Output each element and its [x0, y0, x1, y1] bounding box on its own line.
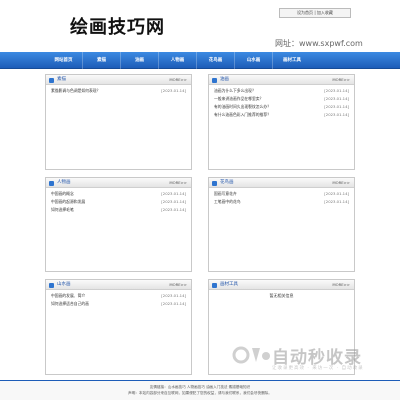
watermark: 自动秒收录 让收录更高效 · 来访一次 · 自动收录 — [232, 340, 392, 376]
item-date: [2023.01.14] — [324, 88, 349, 93]
item-title[interactable]: 有什么油画色彩入门推荐的推荐？ — [214, 111, 271, 119]
list-item[interactable]: 有什么油画色彩入门推荐的推荐？ [2023.01.14] — [214, 111, 349, 119]
site-footer: 友情链接：山水画技巧 人物画技巧 油画入门技法 素描基础知识 声明：本站内容部分… — [0, 380, 400, 400]
nav-item-landscape[interactable]: 山水画 — [235, 52, 273, 69]
item-title[interactable]: 中国画的发展、简介 — [51, 292, 85, 300]
item-title[interactable]: 有的油画时间久出现裂纹怎么办？ — [214, 103, 271, 111]
item-title[interactable]: 如何选择适合自己的画 — [51, 300, 89, 308]
more-link[interactable]: MORE>> — [169, 178, 187, 188]
nav-item-home[interactable]: 网站首页 — [45, 52, 83, 69]
panel-icon — [49, 181, 54, 186]
item-date: [2023.01.14] — [324, 96, 349, 101]
item-title[interactable]: 如何选择毛笔 — [51, 206, 74, 214]
list-item[interactable]: 中国画的概念 [2023.01.14] — [51, 190, 186, 198]
site-header: 绘画技巧网 设为首页 | 加入收藏 网址：www.sxpwf.com — [0, 0, 400, 52]
list-item[interactable]: 油画为什么下多么出现？ [2023.01.14] — [214, 87, 349, 95]
list-item[interactable]: 有的油画时间久出现裂纹怎么办？ [2023.01.14] — [214, 103, 349, 111]
item-title[interactable]: 一般来讲油画作品在哪里卖？ — [214, 95, 263, 103]
list-item[interactable]: 中国画的发展、简介 [2023.01.14] — [51, 292, 186, 300]
more-link[interactable]: MORE>> — [332, 75, 350, 85]
item-title[interactable]: 中国画的概念 — [51, 190, 74, 198]
nav-item-flower-bird[interactable]: 花鸟画 — [197, 52, 235, 69]
panel-icon — [212, 78, 217, 83]
list-item[interactable]: 如何选择毛笔 [2023.01.14] — [51, 206, 186, 214]
footer-disclaimer: 声明：本站内容部分来自互联网，如果侵犯了您的权益，请与我们联系，我们会尽快删除。 — [128, 391, 272, 395]
item-title[interactable]: 素描影调与色调是如何表现？ — [51, 87, 100, 95]
panel-sketch: 素描 MORE>> 素描影调与色调是如何表现？ [2023.01.14] — [45, 74, 192, 170]
item-date: [2023.01.14] — [161, 301, 186, 306]
empty-note: 暂无相关信息 — [269, 293, 294, 298]
item-date: [2023.01.14] — [324, 199, 349, 204]
item-title[interactable]: 工笔画中的花鸟 — [214, 198, 241, 206]
site-url: 网址：www.sxpwf.com — [275, 39, 363, 48]
top-links[interactable]: 设为首页 | 加入收藏 — [279, 8, 351, 18]
list-item[interactable]: 国画写意花卉 [2023.01.14] — [214, 190, 349, 198]
panel-title[interactable]: 山水画 — [57, 280, 71, 290]
panel-icon — [49, 283, 54, 288]
panel-landscape: 山水画 MORE>> 中国画的发展、简介 [2023.01.14] 如何选择适合自… — [45, 279, 192, 375]
item-date: [2023.01.14] — [161, 191, 186, 196]
more-link[interactable]: MORE>> — [332, 178, 350, 188]
item-title[interactable]: 国画写意花卉 — [214, 190, 237, 198]
list-item[interactable]: 一般来讲油画作品在哪里卖？ [2023.01.14] — [214, 95, 349, 103]
item-title[interactable]: 中国画的起源和发展 — [51, 198, 85, 206]
item-date: [2023.01.14] — [161, 293, 186, 298]
item-date: [2023.01.14] — [324, 104, 349, 109]
panel-title[interactable]: 素描 — [57, 75, 66, 85]
site-title[interactable]: 绘画技巧网 — [70, 13, 165, 39]
panel-title[interactable]: 花鸟画 — [220, 178, 234, 188]
more-link[interactable]: MORE>> — [332, 280, 350, 290]
list-item[interactable]: 如何选择适合自己的画 [2023.01.14] — [51, 300, 186, 308]
panel-icon — [212, 181, 217, 186]
panel-title[interactable]: 人物画 — [57, 178, 71, 188]
nav-item-sketch[interactable]: 素描 — [83, 52, 121, 69]
watermark-slogan: 让收录更高效 · 来访一次 · 自动收录 — [272, 366, 364, 371]
nav-item-oil[interactable]: 油画 — [121, 52, 159, 69]
more-link[interactable]: MORE>> — [169, 75, 187, 85]
item-title[interactable]: 油画为什么下多么出现？ — [214, 87, 256, 95]
list-item[interactable]: 素描影调与色调是如何表现？ [2023.01.14] — [51, 87, 186, 95]
nav-item-figure[interactable]: 人物画 — [159, 52, 197, 69]
item-date: [2023.01.14] — [161, 88, 186, 93]
more-link[interactable]: MORE>> — [169, 280, 187, 290]
panel-title[interactable]: 画材工具 — [220, 280, 238, 290]
item-date: [2023.01.14] — [324, 191, 349, 196]
watermark-logo-icon — [232, 346, 270, 364]
item-date: [2023.01.14] — [161, 207, 186, 212]
list-item[interactable]: 中国画的起源和发展 [2023.01.14] — [51, 198, 186, 206]
panel-flower-bird: 花鸟画 MORE>> 国画写意花卉 [2023.01.14] 工笔画中的花鸟 [20… — [208, 177, 355, 272]
panel-icon — [49, 78, 54, 83]
item-date: [2023.01.14] — [324, 112, 349, 117]
main-nav: 网站首页 素描 油画 人物画 花鸟画 山水画 画材工具 — [0, 52, 400, 69]
panel-icon — [212, 283, 217, 288]
panel-title[interactable]: 油画 — [220, 75, 229, 85]
panel-oil: 油画 MORE>> 油画为什么下多么出现？ [2023.01.14] 一般来讲油画… — [208, 74, 355, 170]
list-item[interactable]: 工笔画中的花鸟 [2023.01.14] — [214, 198, 349, 206]
panel-figure: 人物画 MORE>> 中国画的概念 [2023.01.14] 中国画的起源和发展 [… — [45, 177, 192, 272]
nav-item-materials[interactable]: 画材工具 — [273, 52, 311, 69]
item-date: [2023.01.14] — [161, 199, 186, 204]
